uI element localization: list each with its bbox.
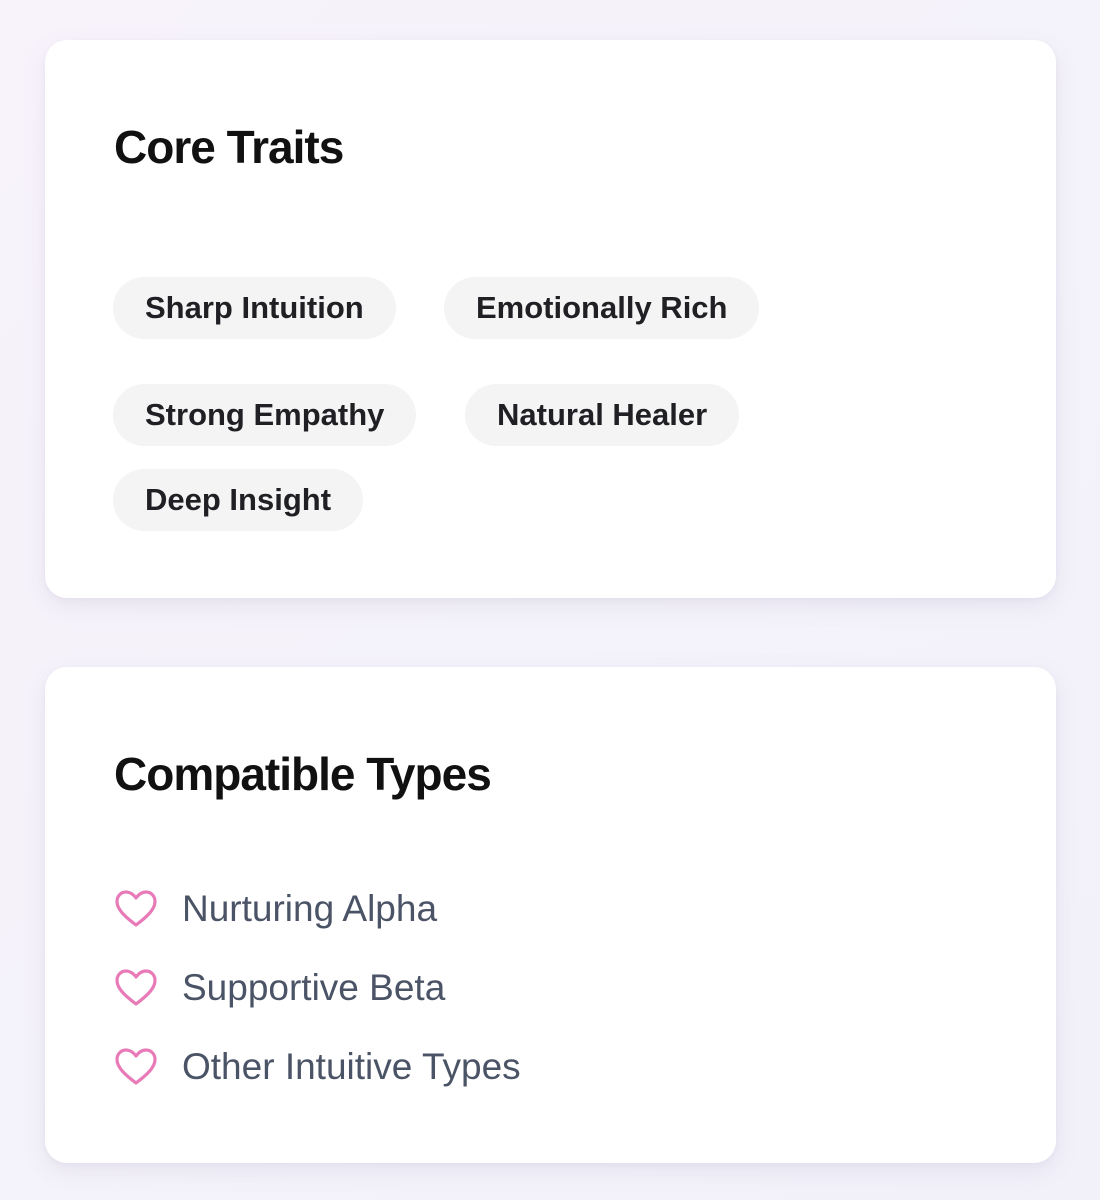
trait-chip-deep-insight[interactable]: Deep Insight [113, 469, 364, 531]
trait-chip-strong-empathy[interactable]: Strong Empathy [113, 384, 417, 446]
heart-icon [115, 890, 157, 927]
trait-chip-emotionally-rich[interactable]: Emotionally Rich [444, 277, 760, 339]
trait-chip-sharp-intuition[interactable]: Sharp Intuition [113, 277, 396, 339]
heart-icon [115, 1048, 157, 1085]
heart-icon [115, 969, 157, 1006]
compatible-type-item: Nurturing Alpha [114, 887, 437, 931]
compatible-type-item: Other Intuitive Types [114, 1045, 521, 1089]
core-traits-card: Core Traits Sharp Intuition Emotionally … [45, 40, 1056, 598]
compatible-types-card: Compatible Types Nurturing Alpha Support… [45, 667, 1056, 1163]
compatible-types-title: Compatible Types [114, 748, 492, 800]
core-traits-title: Core Traits [114, 121, 344, 173]
compatible-type-label: Supportive Beta [182, 967, 446, 1008]
compatible-type-label: Nurturing Alpha [182, 888, 438, 929]
trait-chip-natural-healer[interactable]: Natural Healer [465, 384, 740, 446]
compatible-type-label: Other Intuitive Types [182, 1046, 521, 1087]
compatible-type-item: Supportive Beta [114, 966, 445, 1010]
